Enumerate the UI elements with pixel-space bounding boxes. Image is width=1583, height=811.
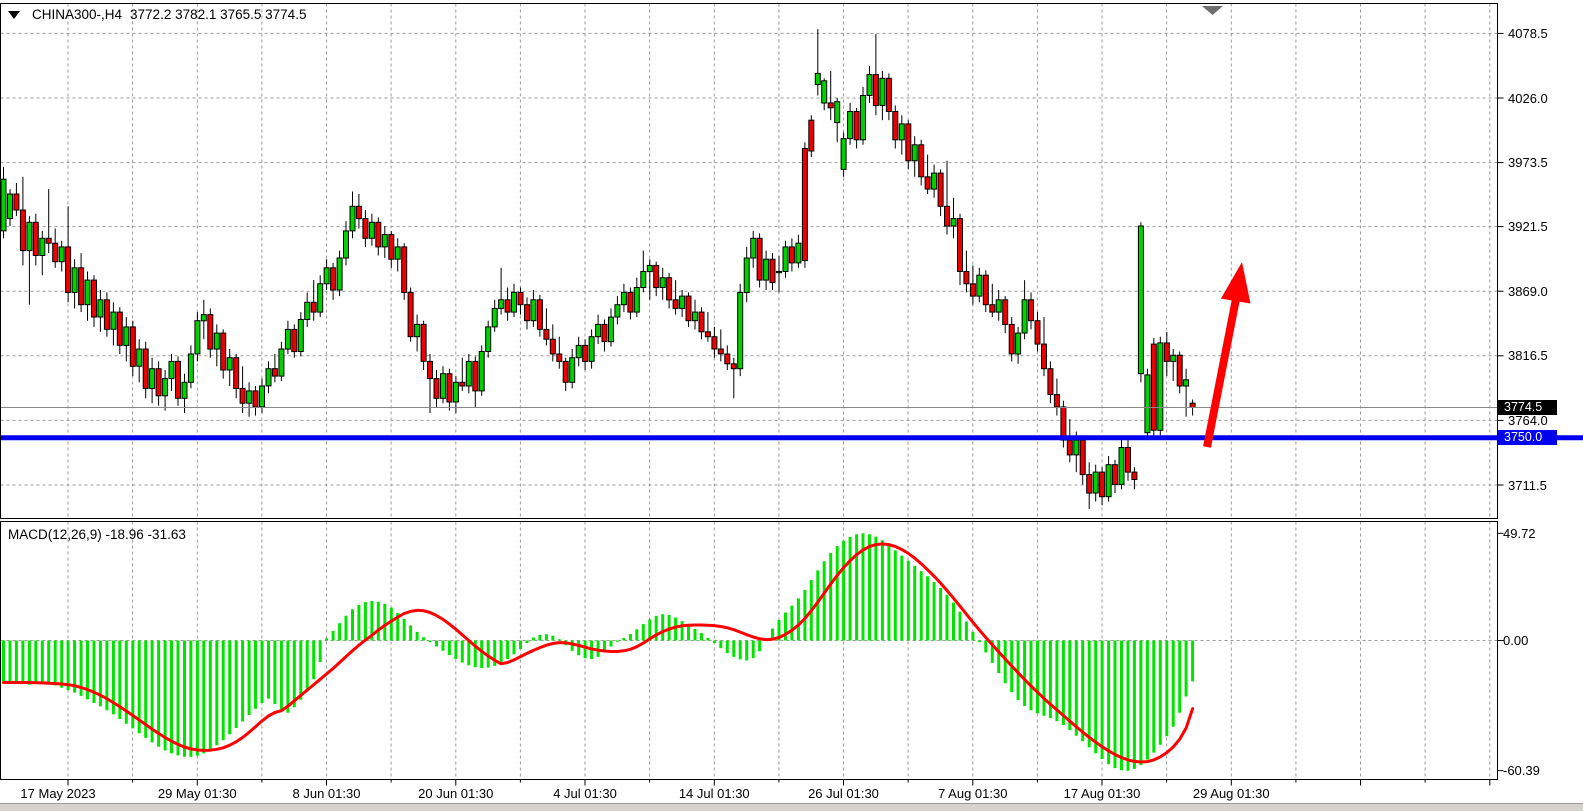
time-axis-label: 26 Jul 01:30 xyxy=(808,786,879,801)
price-axis-label: 4078.5 xyxy=(1508,26,1548,41)
time-axis-label: 17 May 2023 xyxy=(20,786,95,801)
support-level-badge: 3750.0 xyxy=(1498,430,1557,445)
price-axis-label: 3869.0 xyxy=(1508,284,1548,299)
symbol-period-label: CHINA300-,H4 xyxy=(32,7,122,22)
trading-chart-window: CHINA300-,H4 3772.2 3782.1 3765.5 3774.5… xyxy=(0,0,1583,811)
time-axis-label: 20 Jun 01:30 xyxy=(418,786,493,801)
chart-shift-marker-icon[interactable] xyxy=(1202,6,1223,15)
price-axis-label: 3921.5 xyxy=(1508,219,1548,234)
time-axis-label: 8 Jun 01:30 xyxy=(293,786,361,801)
price-axis-label: 3711.5 xyxy=(1508,478,1547,493)
time-axis-label: 17 Aug 01:30 xyxy=(1064,786,1141,801)
price-axis-label: 3764.0 xyxy=(1508,413,1548,428)
axis-ticks xyxy=(68,33,1504,785)
macd-indicator-label: MACD(12,26,9) -18.96 -31.63 xyxy=(8,527,186,542)
symbol-dropdown-icon[interactable] xyxy=(8,11,20,19)
window-bottom-strip xyxy=(0,803,1583,811)
trend-arrow[interactable] xyxy=(1207,262,1251,447)
price-axis-label: 4026.0 xyxy=(1508,91,1548,106)
macd-axis-label: 49.72 xyxy=(1503,526,1536,541)
price-axis-label: 3816.5 xyxy=(1508,348,1548,363)
panel-borders xyxy=(1,4,1498,780)
macd-histogram xyxy=(4,533,1193,770)
time-axis-label: 7 Aug 01:30 xyxy=(938,786,1007,801)
time-axis-label: 29 May 01:30 xyxy=(158,786,237,801)
time-axis-label: 4 Jul 01:30 xyxy=(553,786,617,801)
last-price-badge: 3774.5 xyxy=(1498,400,1557,415)
price-axis-label: 3973.5 xyxy=(1508,155,1548,170)
time-axis-label: 29 Aug 01:30 xyxy=(1193,786,1270,801)
macd-axis-label: 0.00 xyxy=(1503,633,1528,648)
ohlc-values: 3772.2 3782.1 3765.5 3774.5 xyxy=(130,7,306,22)
chart-title: CHINA300-,H4 3772.2 3782.1 3765.5 3774.5 xyxy=(8,7,306,22)
time-axis-label: 14 Jul 01:30 xyxy=(679,786,750,801)
chart-canvas[interactable] xyxy=(0,0,1583,811)
macd-axis-label: -60.39 xyxy=(1503,763,1540,778)
